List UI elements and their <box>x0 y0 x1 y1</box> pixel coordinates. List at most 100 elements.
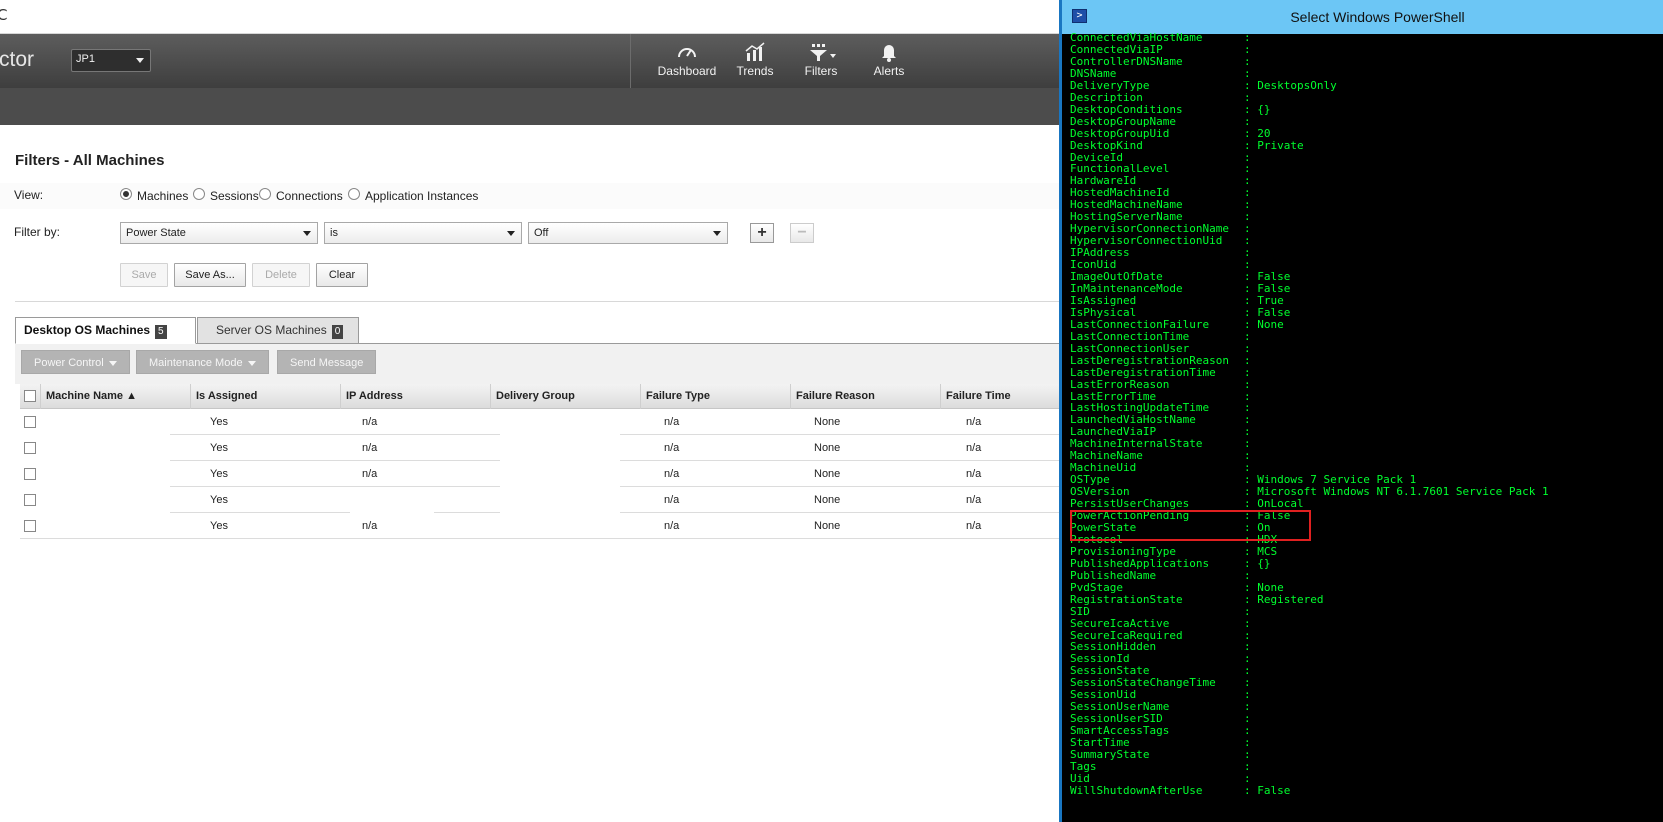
row-divider <box>170 512 350 513</box>
column-machine-name[interactable]: Machine Name ▲ <box>40 384 190 409</box>
cell-failure-type: n/a <box>664 468 680 480</box>
console-property-name: DesktopGroupName <box>1070 114 1176 128</box>
filter-label: Filter by: <box>14 225 61 239</box>
console-property-value: : DesktopsOnly <box>1244 78 1337 92</box>
cell-failure-time: n/a <box>966 416 982 428</box>
console-property-name: SID <box>1070 604 1090 618</box>
highlight-box <box>1070 510 1311 541</box>
filters-icon <box>810 44 836 61</box>
power-control-button[interactable]: Power Control <box>21 350 130 374</box>
filter-value-dropdown[interactable]: Off <box>528 222 728 244</box>
column-failure-time[interactable]: Failure Time <box>940 384 1060 409</box>
console-property-name: LastConnectionFailure <box>1070 317 1210 331</box>
delete-button[interactable]: Delete <box>252 263 310 287</box>
table-row[interactable]: Yes n/a n/a None n/a <box>20 410 1060 436</box>
console-line: DesktopConditions: {} <box>1070 103 1271 116</box>
row-divider <box>620 434 1060 435</box>
filter-operator-dropdown[interactable]: is <box>324 222 522 244</box>
nav-trends-label: Trends <box>736 64 774 78</box>
nav-trends[interactable]: Trends <box>731 34 779 88</box>
filter-value-value: Off <box>534 227 549 239</box>
row-checkbox[interactable] <box>24 494 36 506</box>
row-divider <box>170 486 500 487</box>
chevron-down-icon <box>136 58 144 63</box>
filter-field-dropdown[interactable]: Power State <box>120 222 318 244</box>
column-failure-type[interactable]: Failure Type <box>640 384 790 409</box>
maintenance-mode-button[interactable]: Maintenance Mode <box>136 350 269 374</box>
table-header: Machine Name ▲ Is Assigned IP Address De… <box>20 384 1060 409</box>
browser-toolbar: C <box>0 0 1060 34</box>
view-machines-radio[interactable] <box>120 188 132 200</box>
column-delivery-group[interactable]: Delivery Group <box>490 384 640 409</box>
app-logo: ctor <box>0 48 35 71</box>
console-property-name: SecureIcaActive <box>1070 616 1170 630</box>
console-line: PublishedApplications: {} <box>1070 556 1271 570</box>
console-property-name: LastErrorReason <box>1070 377 1170 391</box>
row-checkbox[interactable] <box>24 468 36 480</box>
powershell-titlebar[interactable]: > Select Windows PowerShell <box>1062 0 1663 34</box>
table-row[interactable]: Yes n/a n/a None n/a <box>20 514 1060 540</box>
console-line: PublishedName: <box>1070 568 1251 582</box>
console-line: LastConnectionTime: <box>1070 329 1251 343</box>
filter-field-value: Power State <box>126 227 186 239</box>
console-line: SID: <box>1070 604 1251 618</box>
tab-server-os-machines[interactable]: Server OS Machines 0 <box>197 317 359 344</box>
nav-alerts[interactable]: Alerts <box>865 34 913 88</box>
save-as-button[interactable]: Save As... <box>174 263 246 287</box>
console-line: DeliveryType: DesktopsOnly <box>1070 78 1337 92</box>
clear-button[interactable]: Clear <box>316 263 368 287</box>
save-button[interactable]: Save <box>120 263 168 287</box>
table-row[interactable]: Yes n/a n/a None n/a <box>20 436 1060 462</box>
remove-filter-button[interactable]: − <box>790 223 814 243</box>
console-property-name: PublishedApplications <box>1070 556 1210 570</box>
nav-filters[interactable]: Filters <box>791 34 851 88</box>
column-failure-reason[interactable]: Failure Reason <box>790 384 940 409</box>
nav-dashboard[interactable]: Dashboard <box>655 34 719 88</box>
console-property-name: RegistrationState <box>1070 592 1183 606</box>
view-sessions-radio[interactable] <box>193 188 205 200</box>
tab-count-badge: 0 <box>331 325 344 339</box>
table-row[interactable]: Yes n/a None n/a <box>20 488 1060 514</box>
main-nav: Dashboard Trends Filters Alerts <box>630 34 1060 88</box>
console-property-name: LastConnectionTime <box>1070 329 1190 343</box>
console-property-name: PvdStage <box>1070 580 1123 594</box>
column-is-assigned[interactable]: Is Assigned <box>190 384 340 409</box>
console-line: Description: <box>1070 90 1251 104</box>
page-title: Filters - All Machines <box>15 152 165 169</box>
site-selector[interactable]: JP1 <box>71 49 151 72</box>
tab-desktop-os-machines[interactable]: Desktop OS Machines 5 <box>15 317 196 344</box>
tab-count-badge: 5 <box>155 325 167 339</box>
cell-failure-type: n/a <box>664 442 680 454</box>
cell-failure-reason: None <box>814 416 841 428</box>
cell-failure-reason: None <box>814 442 841 454</box>
row-checkbox[interactable] <box>24 442 36 454</box>
console-line: RegistrationState: Registered <box>1070 592 1323 606</box>
console-line: LastConnectionFailure: None <box>1070 317 1284 331</box>
nav-dashboard-label: Dashboard <box>657 64 717 78</box>
column-ip-address[interactable]: IP Address <box>340 384 490 409</box>
view-application-instances-radio[interactable] <box>348 188 360 200</box>
table-row[interactable]: Yes n/a n/a None n/a <box>20 462 1060 488</box>
filter-operator-value: is <box>330 227 338 239</box>
cell-is-assigned: Yes <box>210 520 228 532</box>
chevron-down-icon <box>713 231 721 236</box>
view-connections-radio[interactable] <box>259 188 271 200</box>
console-property-name: Description <box>1070 90 1143 104</box>
refresh-icon[interactable]: C <box>0 6 7 24</box>
cell-failure-type: n/a <box>664 416 680 428</box>
console-property-value: : Private <box>1244 138 1304 152</box>
add-filter-button[interactable]: + <box>750 223 774 243</box>
row-checkbox[interactable] <box>24 416 36 428</box>
console-property-name: PublishedName <box>1070 568 1157 582</box>
view-machines-label: Machines <box>137 189 189 203</box>
powershell-window[interactable]: > Select Windows PowerShell ConnectedVia… <box>1059 0 1663 822</box>
cell-is-assigned: Yes <box>210 468 228 480</box>
powershell-console[interactable]: ConnectedViaHostName: ConnectedViaIP: Cont… <box>1070 32 1660 802</box>
nav-filters-label: Filters <box>804 64 838 78</box>
console-line: WillShutdownAfterUse: False <box>1070 784 1290 797</box>
row-checkbox[interactable] <box>24 520 36 532</box>
send-message-button[interactable]: Send Message <box>277 350 377 374</box>
select-all-checkbox[interactable] <box>24 390 36 402</box>
console-property-name: DesktopGroupUid <box>1070 126 1170 140</box>
nav-alerts-label: Alerts <box>873 64 905 78</box>
